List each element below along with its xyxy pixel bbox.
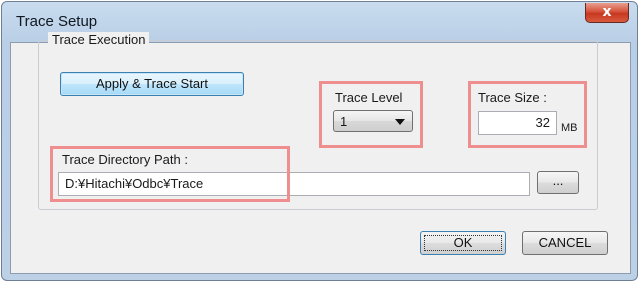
dropdown-arrow-icon bbox=[395, 119, 405, 125]
trace-size-label: Trace Size : bbox=[478, 90, 547, 105]
ok-button[interactable]: OK bbox=[420, 231, 506, 255]
focus-rectangle bbox=[424, 235, 502, 251]
apply-trace-start-button[interactable]: Apply & Trace Start bbox=[60, 72, 244, 96]
close-button[interactable]: x bbox=[585, 3, 629, 23]
trace-level-label: Trace Level bbox=[335, 90, 403, 105]
cancel-button[interactable]: CANCEL bbox=[522, 231, 608, 255]
trace-size-input[interactable]: 32 bbox=[478, 111, 557, 135]
trace-path-label: Trace Directory Path : bbox=[62, 152, 188, 167]
trace-level-value: 1 bbox=[340, 114, 348, 129]
trace-path-input[interactable]: D:¥Hitachi¥Odbc¥Trace bbox=[58, 172, 530, 196]
trace-level-select[interactable]: 1 bbox=[333, 110, 413, 132]
dialog-title: Trace Setup bbox=[16, 13, 98, 30]
trace-size-unit: MB bbox=[561, 122, 578, 134]
trace-execution-label: Trace Execution bbox=[48, 32, 150, 47]
browse-button[interactable]: ... bbox=[537, 171, 579, 194]
close-icon: x bbox=[602, 4, 612, 20]
